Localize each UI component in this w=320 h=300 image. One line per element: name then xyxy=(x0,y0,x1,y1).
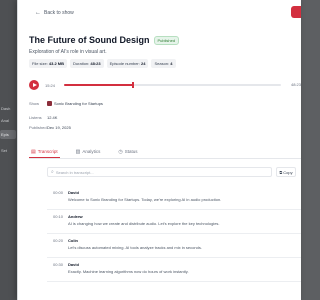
published-date: Dec 19, 2025 xyxy=(47,125,71,130)
transcript-list: 00:00 David Welcome to Sonic Branding fo… xyxy=(47,186,301,282)
episode-description: Exploration of AI's role in visual art. xyxy=(29,49,107,55)
tab-status[interactable]: ◷ Status xyxy=(116,146,139,157)
title-row: The Future of Sound Design Published xyxy=(29,35,180,45)
audio-player: 15:24 48:23 xyxy=(29,79,301,91)
backdrop-nav-item[interactable]: Set xyxy=(0,146,16,155)
published-label: Published xyxy=(29,125,47,130)
segment-text: Exactly. Machine learning algorithms now… xyxy=(68,269,189,274)
copy-label: Copy xyxy=(283,169,293,175)
meta-chips: File size: 43.2 MB Duration: 48:23 Episo… xyxy=(29,59,176,68)
copy-icon: ⧉ xyxy=(279,169,283,175)
backdrop-sidebar: Dash Anal Epis Set xyxy=(0,0,18,300)
segment-time[interactable]: 00:00 xyxy=(53,190,63,195)
search-icon: ⌕ xyxy=(51,169,54,175)
episode-title: The Future of Sound Design xyxy=(29,35,150,45)
transcript-segment[interactable]: 00:20 Colin Let's discuss automated mixi… xyxy=(47,234,301,258)
transcript-segment[interactable]: 00:00 David Welcome to Sonic Branding fo… xyxy=(47,186,301,210)
doc-icon: ▤ xyxy=(31,148,36,155)
primary-action-button[interactable] xyxy=(291,6,301,18)
show-label: Show xyxy=(29,101,40,106)
segment-time[interactable]: 00:10 xyxy=(53,214,63,219)
published-row: Published Dec 19, 2025 xyxy=(29,125,71,130)
progress-handle[interactable] xyxy=(132,82,135,88)
backdrop-nav-item-active[interactable]: Epis xyxy=(0,130,16,139)
back-link-label: Back to show xyxy=(44,10,74,16)
back-to-show-link[interactable]: ← Back to show xyxy=(35,10,74,16)
end-time: 48:23 xyxy=(290,82,301,87)
tab-label: Analytics xyxy=(82,149,101,154)
segment-speaker: David xyxy=(68,190,79,195)
tab-label: Transcript xyxy=(37,149,58,154)
segment-speaker: Colin xyxy=(68,238,78,243)
meta-chip-file-size: File size: 43.2 MB xyxy=(29,59,68,68)
listens-value: 12.4K xyxy=(47,115,58,120)
meta-chip-episode-number: Episode number: 24 xyxy=(106,59,149,68)
segment-speaker: Andrew xyxy=(68,214,83,219)
segment-time[interactable]: 00:20 xyxy=(53,238,63,243)
meta-chip-season: Season: 4 xyxy=(151,59,176,68)
listens-row: Listens 12.4K xyxy=(29,115,57,120)
transcript-search: ⌕ xyxy=(47,167,272,177)
play-button[interactable] xyxy=(29,80,39,90)
segment-time[interactable]: 00:30 xyxy=(53,262,63,267)
backdrop-nav-item[interactable]: Dash xyxy=(0,104,16,113)
chart-icon: ▥ xyxy=(75,148,81,155)
segment-text: Welcome to Sonic Branding for Startups. … xyxy=(68,197,222,202)
tab-transcript[interactable]: ▤ Transcript xyxy=(29,146,60,158)
status-badge: Published xyxy=(153,35,180,45)
current-time: 15:24 xyxy=(45,82,56,88)
tab-analytics[interactable]: ▥ Analytics xyxy=(74,146,103,157)
show-thumbnail-icon xyxy=(47,101,52,106)
segment-text: AI is changing how we create and distrib… xyxy=(68,221,220,226)
show-name: Sonic Branding for Startups xyxy=(54,101,103,106)
arrow-left-icon: ← xyxy=(35,10,41,16)
clock-icon: ◷ xyxy=(118,148,123,155)
progress-track[interactable] xyxy=(64,82,281,88)
meta-chip-duration: Duration: 48:23 xyxy=(70,59,104,68)
show-link[interactable]: Sonic Branding for Startups xyxy=(47,101,103,106)
copy-button[interactable]: ⧉ Copy xyxy=(276,167,296,177)
transcript-search-input[interactable] xyxy=(55,169,256,175)
progress-fill xyxy=(64,84,134,86)
listens-label: Listens xyxy=(29,115,42,120)
episode-detail-panel: ← Back to show The Future of Sound Desig… xyxy=(17,0,301,300)
segment-speaker: David xyxy=(68,262,79,267)
transcript-segment[interactable]: 00:10 Andrew AI is changing how we creat… xyxy=(47,210,301,234)
detail-tabs: ▤ Transcript ▥ Analytics ◷ Status xyxy=(29,146,301,159)
show-row: Show Sonic Branding for Startups xyxy=(29,101,103,106)
transcript-segment[interactable]: 00:30 David Exactly. Machine learning al… xyxy=(47,258,301,282)
tab-label: Status xyxy=(124,149,138,154)
backdrop-nav-item[interactable]: Anal xyxy=(0,116,16,125)
segment-text: Let's discuss automated mixing. AI tools… xyxy=(68,245,202,250)
